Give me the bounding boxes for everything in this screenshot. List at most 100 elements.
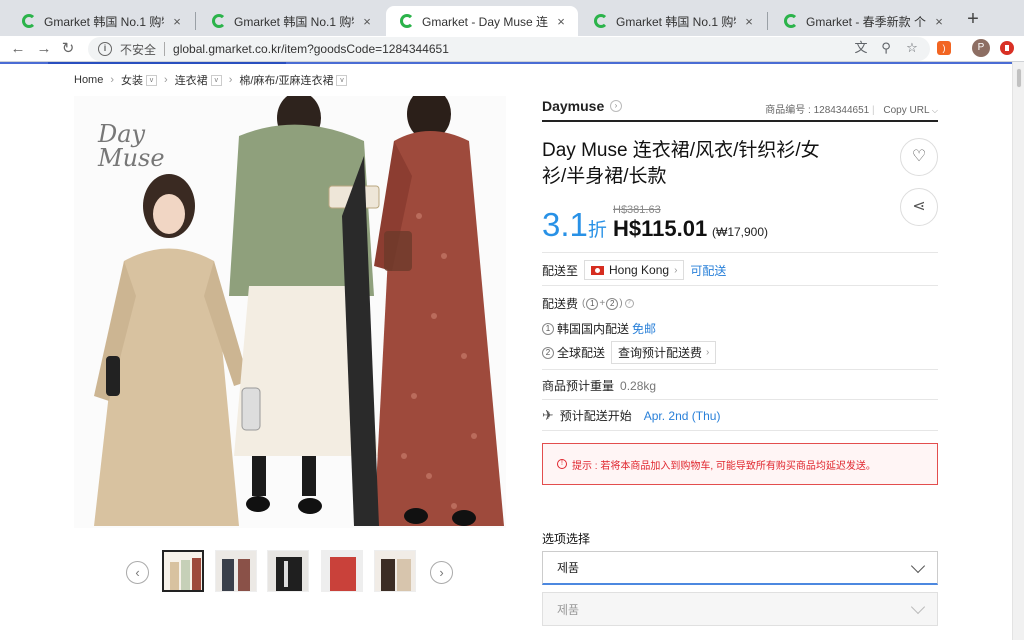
thumbnail-prev-button[interactable]: ‹ [126,561,149,584]
close-tab-icon[interactable]: × [742,14,756,29]
url-text[interactable]: global.gmarket.co.kr/item?goodsCode=1284… [173,42,449,56]
header-accent-line [0,62,1012,64]
weight-label: 商品预计重量 [542,379,615,393]
airplane-icon: ✈ [542,407,554,423]
fee-paren-close: ) [619,298,623,309]
zoom-icon[interactable]: ⚲ [877,39,895,57]
close-tab-icon[interactable]: × [932,14,946,29]
fee-paren-open: ( [582,298,586,309]
thumbnail-strip: ‹ › [126,550,456,594]
browser-tab[interactable]: Gmarket - 春季新款 个性百搭裙 × [770,6,956,36]
estimate-shipping-label: 查询预计配送费 [618,346,703,360]
divider [542,285,938,286]
copy-url-button[interactable]: Copy URL [883,105,929,116]
chevron-down-icon[interactable]: ⌵ [932,106,938,115]
breadcrumb: Home › 女装 v › 连衣裙 v › 棉/麻布/亚麻连衣裙 v [74,72,348,88]
product-code: 商品编号 : 1284344651 | Copy URL ⌵ [765,105,938,116]
price-krw: (₩17,900) [712,225,769,239]
weight-row: 商品预计重量 0.28kg [542,377,656,394]
domestic-shipping-row: 1 韩国国内配送 免邮 [542,320,656,337]
extension-icon[interactable] [1000,41,1014,55]
chevron-right-icon[interactable]: › [610,100,622,112]
close-tab-icon[interactable]: × [554,14,568,29]
global-number-badge: 2 [542,346,554,359]
tab-title: Gmarket 韩国 No.1 购物网站, 最 [616,14,736,29]
brand-name[interactable]: Daymuse [542,98,604,114]
ship-to-row: 配送至 Hong Kong › 可配送 [542,260,726,280]
tab-strip: Gmarket 韩国 No.1 购物网站, 最 × Gmarket 韩国 No.… [0,0,1024,36]
breadcrumb-dresses[interactable]: 连衣裙 [175,72,208,88]
tab-title: Gmarket 韩国 No.1 购物网站, 最 [44,14,164,29]
chevron-down-icon[interactable]: v [336,74,348,86]
product-main-image[interactable]: Day Muse [74,96,506,528]
omnibox-divider [164,42,166,56]
chevron-right-icon: › [706,347,710,358]
tab-separator [195,12,196,30]
sale-price: H$115.01 [613,216,708,241]
breadcrumb-linen-dresses[interactable]: 棉/麻布/亚麻连衣裙 [239,72,333,88]
address-bar[interactable]: i 不安全 global.gmarket.co.kr/item?goodsCod… [88,37,930,61]
brand-row: Daymuse › 商品编号 : 1284344651 | Copy URL ⌵ [542,96,938,122]
help-icon[interactable]: ? [624,299,634,308]
thumbnail-4[interactable] [321,550,363,592]
global-shipping-label: 全球配送 [557,346,606,360]
eta-date: Apr. 2nd (Thu) [643,408,721,423]
thumbnail-1[interactable] [162,550,204,592]
divider [542,399,938,400]
tab-title: Gmarket - 春季新款 个性百搭裙 [806,14,926,29]
country-name: Hong Kong [609,263,670,277]
translate-icon[interactable]: 文 [852,39,870,57]
new-tab-button[interactable]: + [962,8,984,30]
page-scrollbar[interactable] [1012,62,1024,640]
divider [542,430,938,431]
thumbnail-next-button[interactable]: › [430,561,453,584]
option-select-1-value: 제품 [557,561,580,575]
gmarket-favicon-icon [594,14,608,28]
chevron-down-icon[interactable]: v [210,74,222,86]
bookmark-star-icon[interactable]: ☆ [903,39,921,57]
tab-title: Gmarket - Day Muse 连衣裙/风衣 [422,14,548,29]
browser-tab[interactable]: Gmarket 韩国 No.1 购物网站, 最 × [8,6,194,36]
forward-icon[interactable]: → [34,39,54,59]
estimate-shipping-button[interactable]: 查询预计配送费 › [611,341,717,364]
browser-tab[interactable]: Gmarket 韩国 No.1 购物网站, 最 × [580,6,766,36]
close-tab-icon[interactable]: × [360,14,374,29]
country-selector[interactable]: Hong Kong › [584,260,685,280]
back-icon[interactable]: ← [8,39,28,59]
tab-separator [767,12,768,30]
browser-tab-active[interactable]: Gmarket - Day Muse 连衣裙/风衣 × [386,6,578,36]
browser-tab[interactable]: Gmarket 韩国 No.1 购物网站, 最 × [198,6,384,36]
domestic-shipping-label: 韩国国内配送 [557,322,630,336]
thumbnail-2[interactable] [215,550,257,592]
heart-icon[interactable]: ♡ [900,138,938,176]
breadcrumb-home[interactable]: Home [74,74,103,86]
chevron-down-icon [910,599,926,615]
thumbnail-5[interactable] [374,550,416,592]
eta-label: 预计配送开始 [559,409,632,423]
option-select-1[interactable]: 제품 [542,551,938,585]
deliverable-status: 可配送 [690,263,727,278]
eta-row: ✈ 预计配送开始 Apr. 2nd (Thu) [542,407,720,424]
fee-plus: + [599,298,606,309]
chevron-right-icon: › [674,264,678,276]
profile-avatar[interactable]: P [972,39,990,57]
product-title: Day Muse 连衣裙/风衣/针织衫/女衫/半身裙/长款 [542,140,820,187]
reload-icon[interactable]: ↻ [58,39,78,59]
chevron-down-icon[interactable]: v [146,74,158,86]
shipping-fee-row: 配送费 ( 1 + 2 ) ? [542,295,634,312]
info-icon[interactable]: i [98,42,112,56]
option-select-2[interactable]: 제품 [542,592,938,626]
browser-toolbar: ← → ↻ i 不安全 global.gmarket.co.kr/item?go… [0,36,1024,62]
divider [542,369,938,370]
discount-rate: 3.1折 [542,206,607,244]
image-watermark-logo: Day Muse [98,120,165,172]
rss-extension-icon[interactable]: ) [937,41,951,55]
gmarket-favicon-icon [784,14,798,28]
close-tab-icon[interactable]: × [170,14,184,29]
cart-delay-notice: ! 提示 : 若将本商品加入到购物车, 可能导致所有购买商品均延迟发送。 [542,443,938,485]
thumbnail-3[interactable] [267,550,309,592]
breadcrumb-womens[interactable]: 女装 [121,72,143,88]
notice-text: 提示 : 若将本商品加入到购物车, 可能导致所有购买商品均延迟发送。 [572,460,876,472]
share-icon[interactable]: ⋖ [900,188,938,226]
gmarket-favicon-icon [22,14,36,28]
